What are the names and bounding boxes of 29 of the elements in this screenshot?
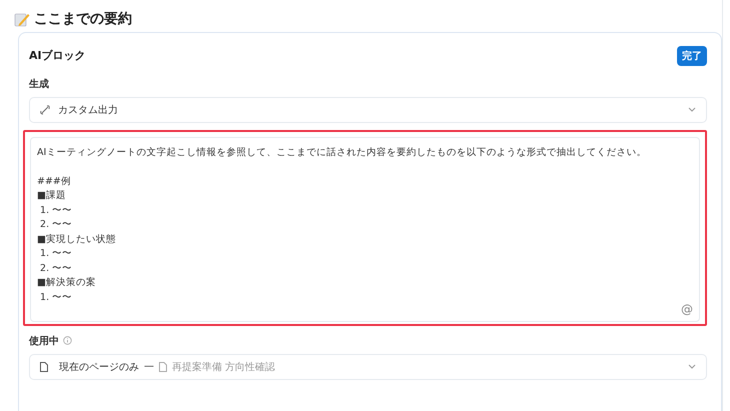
output-type-dropdown[interactable]: カスタム出力 [29, 96, 707, 123]
prompt-line: ■実現したい状態 [37, 232, 117, 247]
prompt-line: 2. 〜〜 [39, 262, 74, 276]
chevron-down-icon [688, 107, 696, 112]
prompt-line: 1. 〜〜 [39, 290, 74, 305]
field-label: 使用中 [29, 334, 59, 348]
prompt-textarea[interactable]: AIミーティングノートの文字起こし情報を参照して、ここまでに話された内容を要約したものを以下のような形式で抽出してください。 ###例 ■課題 1. 〜〜 2. 〜〜 ■実現したい状態 1. 〜〜 2. 〜〜 ■解決策の案 1. 〜〜 @ [30, 136, 700, 322]
field-label: 生成 [29, 78, 49, 91]
mention-button[interactable]: @ [681, 302, 693, 317]
page-icon [40, 362, 48, 372]
prompt-line: 1. 〜〜 [39, 204, 74, 218]
prompt-line: 2. 〜〜 [39, 218, 74, 232]
output-type-value: カスタム出力 [58, 104, 118, 117]
prompt-line: 1. 〜〜 [39, 247, 74, 262]
chevron-down-icon [688, 364, 696, 370]
done-button[interactable]: 完了 [677, 46, 707, 66]
scope-dropdown[interactable]: 現在のページのみ — 再提案準備 方向性確認 [29, 354, 707, 380]
prompt-line: ■解決策の案 [37, 276, 97, 290]
prompt-text: AIミーティングノートの文字起こし情報を参照して、ここまでに話された内容を要約したものを以下のような形式で抽出してください。 [37, 146, 648, 160]
info-icon [63, 336, 72, 346]
scope-value: 現在のページのみ [59, 360, 139, 374]
prompt-line: ###例 [37, 174, 72, 189]
prompt-line: ■課題 [37, 189, 67, 204]
block-title: AIブロック [29, 48, 86, 64]
page-icon [159, 362, 167, 372]
section-title: ここまでの要約 [34, 10, 132, 28]
page-reference: 再提案準備 方向性確認 [172, 360, 276, 374]
separator: — [144, 361, 154, 372]
memo-icon [14, 11, 30, 28]
